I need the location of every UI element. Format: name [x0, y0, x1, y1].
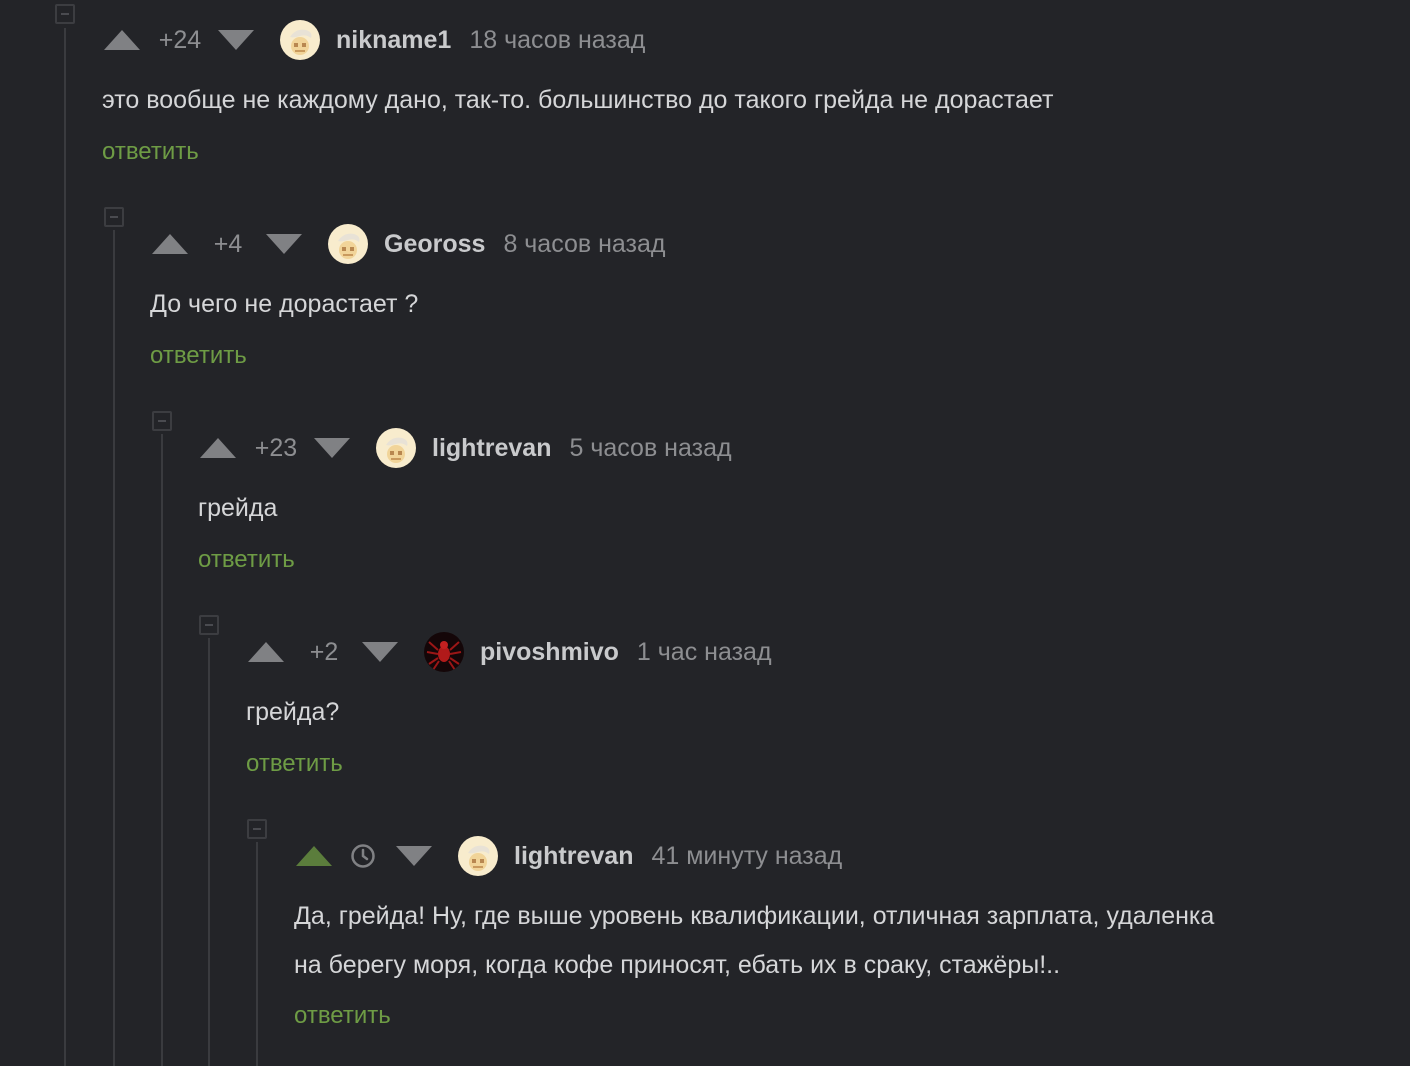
- comment-header: +24 nikname1 18 часов назад: [104, 18, 645, 62]
- comment-time[interactable]: 1 час назад: [637, 638, 772, 667]
- downvote-button[interactable]: [266, 234, 302, 254]
- comment-text: Да, грейда! Ну, где выше уровень квалифи…: [294, 892, 1214, 990]
- downvote-button[interactable]: [314, 438, 350, 458]
- comment-time[interactable]: 8 часов назад: [503, 230, 665, 259]
- comment-text-line: это вообще не каждому дано, так-то. боль…: [102, 86, 1054, 114]
- rating-value: +2: [309, 637, 339, 666]
- rating-value: +24: [158, 25, 202, 54]
- comment-text: грейда: [198, 484, 277, 533]
- downvote-button[interactable]: [218, 30, 254, 50]
- upvote-button[interactable]: [296, 846, 332, 866]
- comment-text-line: грейда?: [246, 698, 340, 726]
- default-avatar-icon[interactable]: [376, 428, 416, 468]
- upvote-button[interactable]: [200, 438, 236, 458]
- thread-line: [64, 28, 66, 1066]
- author-name[interactable]: pivoshmivo: [480, 638, 619, 667]
- collapse-button[interactable]: [247, 819, 267, 839]
- reply-link[interactable]: ответить: [150, 342, 247, 370]
- clock-icon: [351, 844, 375, 868]
- upvote-button[interactable]: [248, 642, 284, 662]
- comment-text: грейда?: [246, 688, 339, 737]
- default-avatar-icon[interactable]: [280, 20, 320, 60]
- author-name[interactable]: lightrevan: [514, 842, 633, 871]
- spider-avatar-icon[interactable]: [424, 632, 464, 672]
- default-avatar-icon[interactable]: [328, 224, 368, 264]
- upvote-button[interactable]: [152, 234, 188, 254]
- downvote-button[interactable]: [362, 642, 398, 662]
- comment-text: До чего не дорастает ?: [150, 280, 418, 329]
- thread-line: [113, 230, 115, 1066]
- reply-link[interactable]: ответить: [198, 546, 295, 574]
- reply-link[interactable]: ответить: [102, 138, 199, 166]
- comment-text-line: на берегу моря, когда кофе приносят, еба…: [294, 951, 1061, 979]
- reply-link[interactable]: ответить: [246, 750, 343, 778]
- thread-line: [208, 638, 210, 1066]
- rating-value: +23: [254, 433, 298, 462]
- reply-link[interactable]: ответить: [294, 1002, 391, 1030]
- collapse-button[interactable]: [199, 615, 219, 635]
- collapse-button[interactable]: [55, 4, 75, 24]
- thread-line: [256, 842, 258, 1066]
- comment-header: +23 lightrevan 5 часов назад: [200, 426, 732, 470]
- comment-header: +4 Geoross 8 часов назад: [152, 222, 666, 266]
- rating-value: +4: [213, 229, 243, 258]
- comment-text-line: Да, грейда! Ну, где выше уровень квалифи…: [294, 902, 1215, 930]
- collapse-button[interactable]: [152, 411, 172, 431]
- default-avatar-icon[interactable]: [458, 836, 498, 876]
- author-name[interactable]: lightrevan: [432, 434, 551, 463]
- comment-header: lightrevan 41 минуту назад: [296, 834, 842, 878]
- author-name[interactable]: Geoross: [384, 230, 485, 259]
- author-name[interactable]: nikname1: [336, 26, 451, 55]
- comment-time[interactable]: 41 минуту назад: [651, 842, 842, 871]
- thread-line: [161, 434, 163, 1066]
- comment-text-line: грейда: [198, 494, 278, 522]
- comment-time[interactable]: 5 часов назад: [569, 434, 731, 463]
- downvote-button[interactable]: [396, 846, 432, 866]
- comment-header: +2 pivoshmivo 1 час назад: [248, 630, 772, 674]
- collapse-button[interactable]: [104, 207, 124, 227]
- comments-thread: +24 nikname1 18 часов назад это вообще н…: [0, 0, 1410, 1066]
- comment-time[interactable]: 18 часов назад: [469, 26, 645, 55]
- comment-text-line: До чего не дорастает ?: [150, 290, 419, 318]
- comment-text: это вообще не каждому дано, так-то. боль…: [102, 76, 1053, 125]
- upvote-button[interactable]: [104, 30, 140, 50]
